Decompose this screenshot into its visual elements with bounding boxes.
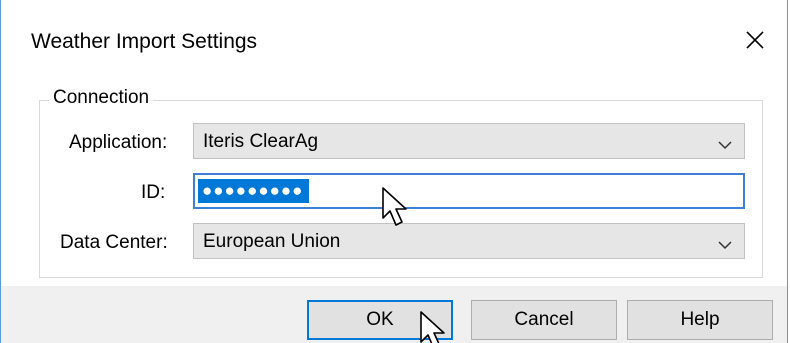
dialog-title: Weather Import Settings (31, 30, 258, 53)
data-center-combo[interactable]: European Union (193, 223, 745, 259)
id-input[interactable]: ●●●●●●●●● (193, 173, 745, 209)
connection-legend: Connection (49, 87, 154, 109)
close-button[interactable] (737, 22, 773, 58)
ok-button[interactable]: OK (307, 300, 453, 340)
application-value: Iteris ClearAg (203, 131, 319, 152)
button-bar: OK Cancel Help (1, 286, 787, 343)
data-center-label: Data Center: (60, 232, 168, 253)
cancel-button[interactable]: Cancel (471, 300, 617, 340)
help-button[interactable]: Help (627, 300, 773, 340)
chevron-down-icon (718, 137, 732, 155)
weather-import-settings-dialog: Weather Import Settings Connection Appli… (0, 0, 788, 343)
application-label: Application: (69, 132, 168, 153)
title-bar: Weather Import Settings (1, 0, 787, 86)
id-value-selected: ●●●●●●●●● (198, 179, 310, 203)
close-icon (746, 31, 764, 49)
dialog-content: Connection Application: Iteris ClearAg I… (1, 86, 787, 286)
chevron-down-icon (718, 237, 732, 255)
application-combo[interactable]: Iteris ClearAg (193, 123, 745, 159)
id-label: ID: (141, 182, 166, 203)
data-center-value: European Union (203, 231, 341, 252)
